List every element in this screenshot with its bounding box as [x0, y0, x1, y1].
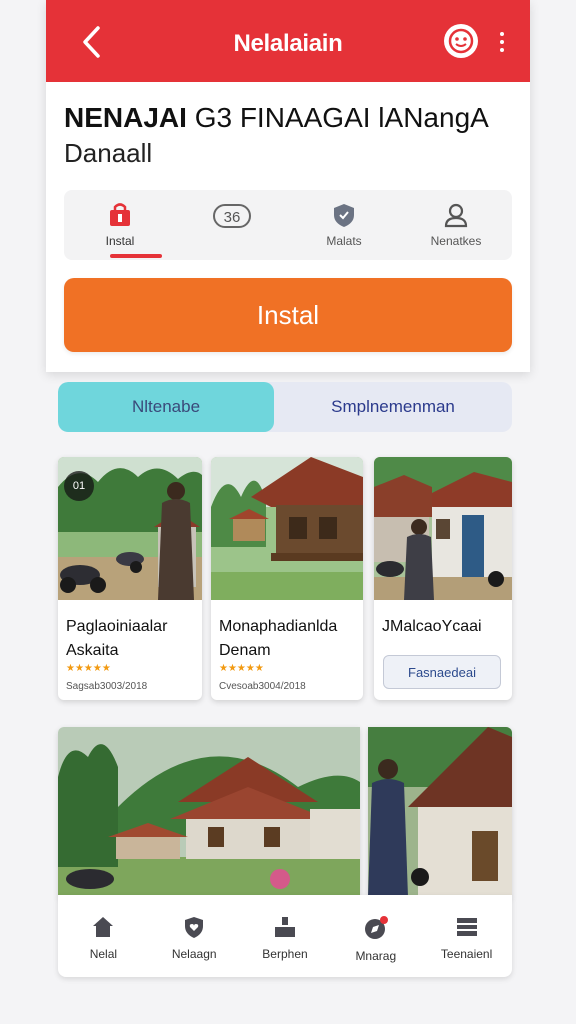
tab-instal[interactable]: Instal: [64, 190, 176, 260]
nav-item-nelaagn[interactable]: Nelaagn: [149, 895, 240, 977]
app-title: NENAJAI G3 FINAAGAI lANangA: [64, 100, 514, 136]
tab-malats[interactable]: Malats: [288, 190, 400, 260]
card-meta: Cvesoab3004/2018: [219, 681, 306, 692]
card-title-line: Paglaoiniaalar: [66, 618, 168, 635]
featured-image-right[interactable]: [368, 727, 512, 897]
menu-icon: [456, 918, 477, 936]
app-card-3[interactable]: JMalcaoYcaai Fasnaedeai: [374, 457, 512, 700]
nav-item-teenaienl[interactable]: Teenaienl: [421, 895, 512, 977]
shield-icon: [334, 204, 354, 227]
app-title-rest: G3 FINAAGAI lANangA: [186, 102, 489, 133]
tab-badge[interactable]: 36: [176, 190, 288, 260]
card-title: Paglaoiniaalar Askaita: [66, 615, 167, 663]
more-options-button[interactable]: [490, 26, 514, 58]
nav-item-mnarag[interactable]: Mnarag: [330, 895, 421, 977]
vertical-dots-icon: [500, 32, 504, 36]
tab-label: Nenatkes: [430, 234, 482, 248]
card-title: JMalcaoYcaai: [382, 618, 482, 635]
tab-label: Malats: [326, 234, 362, 248]
card-title-line: Monaphadianlda: [219, 618, 338, 635]
svg-text:36: 36: [224, 209, 241, 226]
card-title: Monaphadianlda Denam: [219, 615, 337, 663]
segmented-control: Nltenabe Smplnemenman: [58, 382, 512, 432]
bag-icon: [110, 203, 130, 226]
avatar-button[interactable]: [444, 24, 478, 58]
nav-label: Mnarag: [355, 949, 397, 963]
card-title-line: Askaita: [66, 642, 119, 659]
resident-house-image: [368, 727, 512, 897]
app-card-2[interactable]: Monaphadianlda Denam ★★★★★ Cvesoab3004/2…: [211, 457, 363, 700]
house-resident-image: [374, 457, 512, 600]
tab-strip: Instal 36 Malats Nenatkes: [64, 190, 512, 260]
smiley-avatar-icon: [448, 28, 474, 54]
heart-shield-icon: [185, 917, 204, 938]
compass-icon: [364, 916, 388, 939]
rating-stars: ★★★★★: [66, 663, 111, 674]
app-detail-card: Nelalaiain NENAJAI G3 FINAAGAI lANangA D…: [46, 0, 530, 372]
village-landscape-image: [58, 727, 360, 897]
active-tab-indicator: [110, 254, 162, 258]
nav-item-berphen[interactable]: Berphen: [240, 895, 331, 977]
badge-icon: 01: [64, 471, 94, 501]
wooden-house-image: [211, 457, 363, 600]
featured-image-left[interactable]: [58, 727, 360, 897]
home-icon: [93, 917, 114, 937]
app-card-1[interactable]: 01 Paglaoiniaalar Askaita ★★★★★ Sagsab30…: [58, 457, 202, 700]
user-icon: [444, 203, 468, 228]
card-meta: Sagsab3003/2018: [66, 681, 148, 692]
badge-36-icon: 36: [213, 204, 251, 228]
install-button[interactable]: Instal: [64, 278, 512, 352]
rating-stars: ★★★★★: [219, 663, 264, 674]
app-title-bold: NENAJAI: [64, 102, 187, 133]
nav-label: Nelaagn: [171, 947, 217, 961]
nav-label: Berphen: [262, 947, 308, 961]
nav-label: Teenaienl: [440, 947, 493, 961]
nav-item-nelal[interactable]: Nelal: [58, 895, 149, 977]
person-upload-icon: [274, 917, 295, 937]
bottom-navigation: Nelal Nelaagn Berphen Mnarag Teenaienl: [58, 895, 512, 977]
nav-label: Nelal: [89, 947, 118, 961]
card-title-line: Denam: [219, 642, 271, 659]
top-bar: Nelalaiain: [46, 0, 530, 82]
segment-nltenabe[interactable]: Nltenabe: [58, 382, 274, 432]
card-action-button[interactable]: Fasnaedeai: [383, 655, 501, 689]
tab-nenatkes[interactable]: Nenatkes: [400, 190, 512, 260]
app-subtitle: Danaall: [64, 138, 153, 168]
tab-label: Instal: [105, 234, 135, 248]
segment-smplnemenman[interactable]: Smplnemenman: [274, 382, 512, 432]
